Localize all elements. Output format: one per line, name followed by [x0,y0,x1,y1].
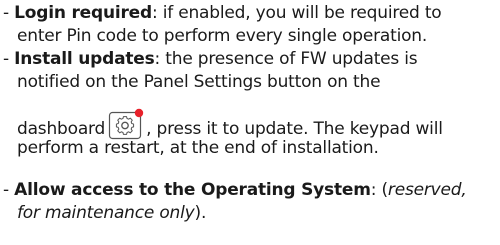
login-required-line-1: - Login required: if enabled, you will b… [3,2,442,24]
login-required-desc: : if enabled, you will be required to [151,3,442,23]
os-access-term: Allow access to the Operating System [14,180,371,200]
os-access-line-2: for maintenance only). [17,202,206,224]
notification-badge [134,108,144,118]
dashboard-word: dashboard [17,119,106,139]
login-required-term: Login required [14,3,152,23]
bullet: - [3,49,15,69]
install-updates-term: Install updates [14,49,155,69]
bullet: - [3,180,15,200]
bullet: - [3,3,15,23]
os-access-line-1: - Allow access to the Operating System: … [3,179,467,201]
closing-paren: ). [194,203,207,223]
install-updates-line-3: dashboard , press it to update. The keyp… [17,108,443,140]
install-updates-desc: : the presence of FW updates is [154,49,418,69]
install-updates-line-2: notified on the Panel Settings button on… [17,72,381,92]
install-updates-line-1: - Install updates: the presence of FW up… [3,48,418,70]
install-updates-line-4: perform a restart, at the end of install… [17,138,379,158]
manual-excerpt: - Login required: if enabled, you will b… [0,0,500,245]
login-required-line-2: enter Pin code to perform every single o… [17,26,428,46]
os-access-desc: : ( [370,180,388,200]
settings-gear-icon [108,108,144,140]
maintenance-text: for maintenance only [17,203,195,223]
press-to-update-text: , press it to update. The keypad will [146,119,443,139]
reserved-text: reserved, [387,180,467,200]
